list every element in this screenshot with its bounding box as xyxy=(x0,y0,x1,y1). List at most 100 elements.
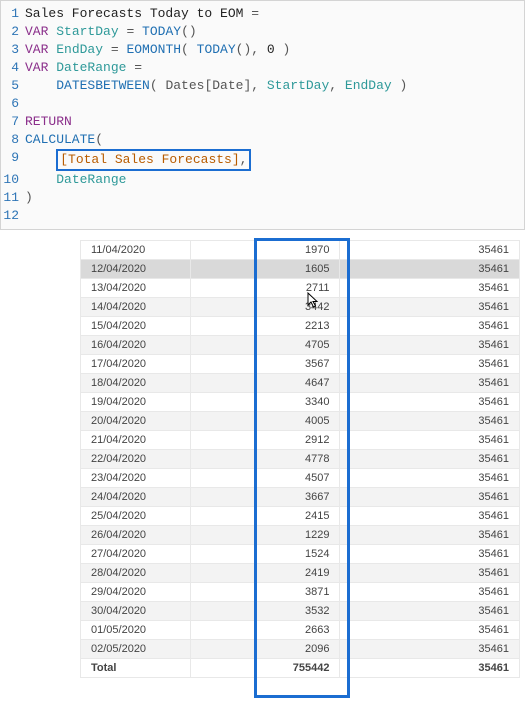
cell-value[interactable]: 1605 xyxy=(190,260,340,279)
cell-value[interactable]: 4507 xyxy=(190,469,340,488)
cell-date[interactable]: 27/04/2020 xyxy=(81,545,191,564)
cell-date[interactable]: 17/04/2020 xyxy=(81,355,191,374)
cell-value[interactable]: 3871 xyxy=(190,583,340,602)
cell-date[interactable]: 29/04/2020 xyxy=(81,583,191,602)
cell-total[interactable]: 35461 xyxy=(340,431,520,450)
table-total-row[interactable]: Total75544235461 xyxy=(81,659,520,678)
cell-date[interactable]: 02/05/2020 xyxy=(81,640,191,659)
cell-value[interactable]: 1970 xyxy=(190,241,340,260)
code-content[interactable]: VAR EndDay = EOMONTH( TODAY(), 0 ) xyxy=(25,41,524,59)
cell-total[interactable]: 35461 xyxy=(340,412,520,431)
cell-date[interactable]: 25/04/2020 xyxy=(81,507,191,526)
code-content[interactable]: CALCULATE( xyxy=(25,131,524,149)
cell-date[interactable]: 15/04/2020 xyxy=(81,317,191,336)
cell-total[interactable]: 35461 xyxy=(340,241,520,260)
cell-date[interactable]: 26/04/2020 xyxy=(81,526,191,545)
cell-date[interactable]: 21/04/2020 xyxy=(81,431,191,450)
table-row[interactable]: 18/04/2020464735461 xyxy=(81,374,520,393)
table-row[interactable]: 28/04/2020241935461 xyxy=(81,564,520,583)
cell-value[interactable]: 1229 xyxy=(190,526,340,545)
code-line[interactable]: 3VAR EndDay = EOMONTH( TODAY(), 0 ) xyxy=(1,41,524,59)
cell-total[interactable]: 35461 xyxy=(340,355,520,374)
code-line[interactable]: 2VAR StartDay = TODAY() xyxy=(1,23,524,41)
table-row[interactable]: 02/05/2020209635461 xyxy=(81,640,520,659)
table-row[interactable]: 30/04/2020353235461 xyxy=(81,602,520,621)
cell-date[interactable]: 28/04/2020 xyxy=(81,564,191,583)
code-line[interactable]: 6 xyxy=(1,95,524,113)
code-content[interactable]: VAR DateRange = xyxy=(25,59,524,77)
code-line[interactable]: 4VAR DateRange = xyxy=(1,59,524,77)
cell-value[interactable]: 2663 xyxy=(190,621,340,640)
cell-total[interactable]: 35461 xyxy=(340,602,520,621)
cell-date[interactable]: 12/04/2020 xyxy=(81,260,191,279)
cell-date[interactable]: 18/04/2020 xyxy=(81,374,191,393)
table-row[interactable]: 19/04/2020334035461 xyxy=(81,393,520,412)
cell-value[interactable]: 3567 xyxy=(190,355,340,374)
cell-value[interactable]: 1524 xyxy=(190,545,340,564)
cell-date[interactable]: 14/04/2020 xyxy=(81,298,191,317)
cell-total[interactable]: 35461 xyxy=(340,374,520,393)
table-row[interactable]: 01/05/2020266335461 xyxy=(81,621,520,640)
code-line[interactable]: 10 DateRange xyxy=(1,171,524,189)
cell-value[interactable]: 2415 xyxy=(190,507,340,526)
cell-date[interactable]: 11/04/2020 xyxy=(81,241,191,260)
code-line[interactable]: 5 DATESBETWEEN( Dates[Date], StartDay, E… xyxy=(1,77,524,95)
cell-value[interactable]: 2711 xyxy=(190,279,340,298)
table-row[interactable]: 17/04/2020356735461 xyxy=(81,355,520,374)
code-line[interactable]: 7RETURN xyxy=(1,113,524,131)
code-content[interactable]: Sales Forecasts Today to EOM = xyxy=(25,5,524,23)
dax-code-editor[interactable]: 1Sales Forecasts Today to EOM = 2VAR Sta… xyxy=(0,0,525,230)
cell-total[interactable]: 35461 xyxy=(340,260,520,279)
table-row[interactable]: 11/04/2020197035461 xyxy=(81,241,520,260)
cell-value[interactable]: 2912 xyxy=(190,431,340,450)
cell-value[interactable]: 2213 xyxy=(190,317,340,336)
code-content[interactable]: VAR StartDay = TODAY() xyxy=(25,23,524,41)
cell-total[interactable]: 35461 xyxy=(340,279,520,298)
table-row[interactable]: 23/04/2020450735461 xyxy=(81,469,520,488)
table-row[interactable]: 13/04/2020271135461 xyxy=(81,279,520,298)
cell-value[interactable]: 3667 xyxy=(190,488,340,507)
cell-value[interactable]: 2419 xyxy=(190,564,340,583)
table-row[interactable]: 21/04/2020291235461 xyxy=(81,431,520,450)
table-row[interactable]: 12/04/2020160535461 xyxy=(81,260,520,279)
cell-value[interactable]: 4005 xyxy=(190,412,340,431)
cell-total[interactable]: 35461 xyxy=(340,393,520,412)
table-row[interactable]: 26/04/2020122935461 xyxy=(81,526,520,545)
cell-total[interactable]: 35461 xyxy=(340,640,520,659)
table-row[interactable]: 22/04/2020477835461 xyxy=(81,450,520,469)
cell-date[interactable]: 23/04/2020 xyxy=(81,469,191,488)
cell-date[interactable]: 16/04/2020 xyxy=(81,336,191,355)
cell-total[interactable]: 35461 xyxy=(340,469,520,488)
code-content[interactable]: RETURN xyxy=(25,113,524,131)
code-line[interactable]: 1Sales Forecasts Today to EOM = xyxy=(1,5,524,23)
code-line[interactable]: 12 xyxy=(1,207,524,225)
code-line[interactable]: 8CALCULATE( xyxy=(1,131,524,149)
table-row[interactable]: 16/04/2020470535461 xyxy=(81,336,520,355)
data-table[interactable]: 11/04/202019703546112/04/202016053546113… xyxy=(80,240,520,678)
code-line[interactable]: 11) xyxy=(1,189,524,207)
cell-value[interactable]: 3340 xyxy=(190,393,340,412)
cell-value[interactable]: 3532 xyxy=(190,602,340,621)
cell-total[interactable]: 35461 xyxy=(340,336,520,355)
code-content[interactable]: DATESBETWEEN( Dates[Date], StartDay, End… xyxy=(25,77,524,95)
cell-total[interactable]: 35461 xyxy=(340,564,520,583)
cell-total[interactable]: 35461 xyxy=(340,621,520,640)
table-row[interactable]: 29/04/2020387135461 xyxy=(81,583,520,602)
cell-value[interactable]: 4705 xyxy=(190,336,340,355)
code-line[interactable]: 9 [Total Sales Forecasts], xyxy=(1,149,524,171)
cell-total[interactable]: 35461 xyxy=(340,298,520,317)
cell-total[interactable]: 35461 xyxy=(340,507,520,526)
cell-total[interactable]: 35461 xyxy=(340,488,520,507)
table-row[interactable]: 20/04/2020400535461 xyxy=(81,412,520,431)
cell-total[interactable]: 35461 xyxy=(340,583,520,602)
code-content[interactable]: DateRange xyxy=(25,171,524,189)
code-content[interactable]: [Total Sales Forecasts], xyxy=(25,149,524,171)
cell-date[interactable]: 30/04/2020 xyxy=(81,602,191,621)
cell-value[interactable]: 2096 xyxy=(190,640,340,659)
table-row[interactable]: 24/04/2020366735461 xyxy=(81,488,520,507)
table-row[interactable]: 15/04/2020221335461 xyxy=(81,317,520,336)
cell-date[interactable]: 19/04/2020 xyxy=(81,393,191,412)
cell-date[interactable]: 22/04/2020 xyxy=(81,450,191,469)
cell-value[interactable]: 4647 xyxy=(190,374,340,393)
cell-total[interactable]: 35461 xyxy=(340,545,520,564)
